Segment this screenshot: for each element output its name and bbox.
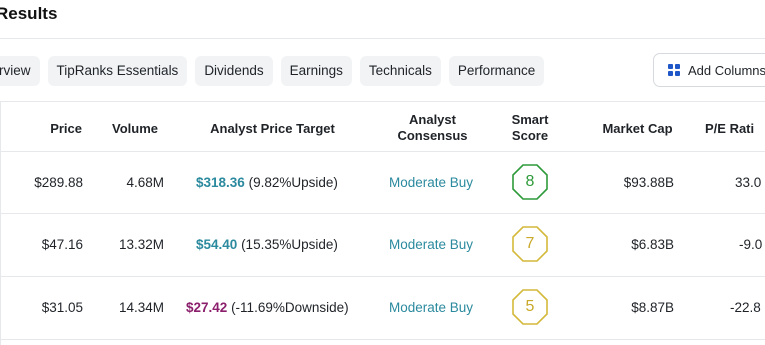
header-consensus-line2: Consensus <box>397 128 468 143</box>
price-target-cell: $27.42 (-11.69%Downside) <box>186 300 349 315</box>
columns-grid-icon <box>668 64 680 76</box>
smart-score-value: 8 <box>525 173 535 190</box>
divider <box>0 339 765 340</box>
smart-score-value: 5 <box>525 298 535 315</box>
header-smart-score[interactable]: Smart Score <box>500 112 560 144</box>
volume-cell: 13.32M <box>118 237 164 252</box>
header-market-cap[interactable]: Market Cap <box>590 121 685 137</box>
divider <box>0 276 765 277</box>
price-cell: $47.16 <box>41 237 83 252</box>
consensus-link[interactable]: Moderate Buy <box>389 175 473 190</box>
consensus-link[interactable]: Moderate Buy <box>389 300 473 315</box>
smart-score-badge[interactable]: 8 <box>511 163 549 201</box>
price-cell: $289.88 <box>34 175 83 190</box>
tab-tipranks-essentials[interactable]: TipRanks Essentials <box>47 56 188 86</box>
pe-ratio-cell: -22.8 <box>730 300 761 315</box>
header-score-line1: Smart <box>511 112 549 127</box>
divider <box>0 102 1 345</box>
consensus-link[interactable]: Moderate Buy <box>389 237 473 252</box>
add-columns-label: Add Columns <box>688 62 765 78</box>
pe-ratio-cell: -9.0 <box>739 237 763 252</box>
price-target-upside: (9.82%Upside) <box>248 175 338 190</box>
smart-score-badge[interactable]: 7 <box>511 225 549 263</box>
tab-technicals[interactable]: Technicals <box>359 56 441 86</box>
price-target-cell: $54.40 (15.35%Upside) <box>196 237 338 252</box>
volume-cell: 4.68M <box>126 175 164 190</box>
header-pe-ratio[interactable]: P/E Rati <box>705 121 765 137</box>
header-analyst-price-target[interactable]: Analyst Price Target <box>190 121 355 137</box>
market-cap-cell: $8.87B <box>631 300 674 315</box>
header-analyst-consensus[interactable]: Analyst Consensus <box>385 112 480 144</box>
page-title: Results <box>0 4 58 23</box>
smart-score-value: 7 <box>525 235 535 252</box>
pe-ratio-cell: 33.0 <box>735 175 762 190</box>
market-cap-cell: $93.88B <box>623 175 674 190</box>
header-price[interactable]: Price <box>30 121 82 137</box>
divider <box>0 213 765 214</box>
view-tabs: rview TipRanks Essentials Dividends Earn… <box>0 56 545 86</box>
market-cap-cell: $6.83B <box>631 237 674 252</box>
smart-score-badge[interactable]: 5 <box>511 288 549 326</box>
divider <box>0 38 765 39</box>
tab-overview[interactable]: rview <box>0 56 40 86</box>
tab-performance[interactable]: Performance <box>448 56 545 86</box>
tab-dividends[interactable]: Dividends <box>195 56 273 86</box>
price-cell: $31.05 <box>41 300 83 315</box>
price-target-upside: (15.35%Upside) <box>241 237 338 252</box>
price-target-value[interactable]: $318.36 <box>196 175 245 190</box>
price-target-cell: $318.36 (9.82%Upside) <box>196 175 338 190</box>
header-score-line2: Score <box>511 128 549 143</box>
divider <box>0 151 765 152</box>
tab-earnings[interactable]: Earnings <box>280 56 352 86</box>
price-target-value[interactable]: $27.42 <box>186 300 227 315</box>
divider <box>0 101 765 102</box>
volume-cell: 14.34M <box>118 300 164 315</box>
header-volume[interactable]: Volume <box>100 121 170 137</box>
price-target-value[interactable]: $54.40 <box>196 237 237 252</box>
add-columns-button[interactable]: Add Columns <box>653 53 765 87</box>
header-consensus-line1: Analyst <box>409 112 456 127</box>
price-target-downside: (-11.69%Downside) <box>231 300 349 315</box>
